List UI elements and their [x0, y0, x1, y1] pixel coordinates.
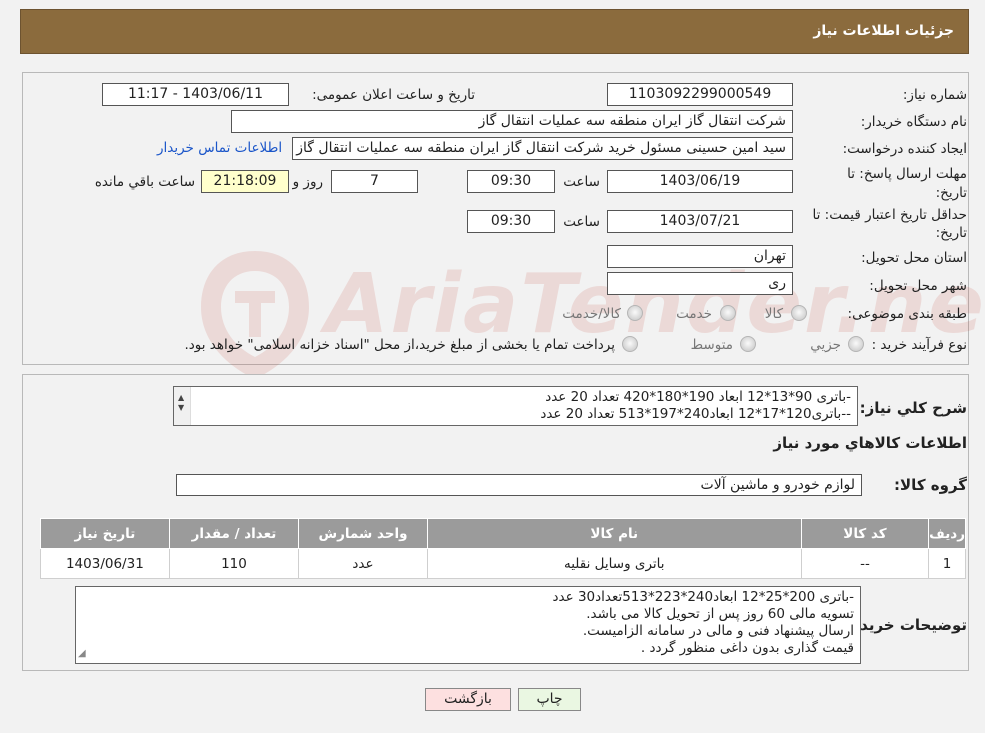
process-minor-label: جزیي [810, 337, 841, 353]
col-row-number: ردیف [928, 518, 966, 549]
validity-time-field: 09:30 [467, 210, 555, 233]
goods-group-label: گروه کالا: [894, 476, 967, 494]
cell-item-name: باتری وسایل نقلیه [426, 548, 802, 579]
need-number-field: 1103092299000549 [607, 83, 793, 106]
days-remaining-field: 7 [331, 170, 418, 193]
buyer-note-line: -باتری 200*25*12 ابعاد240*223*513تعداد30… [552, 589, 854, 605]
buyer-org-label: نام دستگاه خریدار: [860, 114, 967, 130]
buyer-note-line: تسویه مالی 60 روز پس از تحویل کالا می با… [586, 606, 854, 622]
print-button[interactable]: چاپ [518, 688, 581, 711]
remaining-time-label: ساعت باقي مانده [94, 174, 195, 190]
buyer-note-line: قیمت گذاری بدون داغی منظور گردد . [640, 640, 854, 656]
deadline-label: مهلت ارسال پاسخ: تا [847, 166, 967, 182]
summary-label: شرح کلي نياز: [859, 399, 967, 417]
creator-field: سید امین حسینی مسئول خرید شرکت انتقال گا… [292, 137, 793, 160]
resize-grip-icon[interactable]: ◢ [78, 645, 86, 662]
city-label: شهر محل تحویل: [869, 278, 967, 294]
col-need-date: تاریخ نیاز [40, 518, 170, 549]
table-header-row: ردیف کد کالا نام کالا واحد شمارش تعداد /… [40, 518, 966, 549]
back-button[interactable]: بازگشت [425, 688, 511, 711]
deadline-date-field: 1403/06/19 [607, 170, 793, 193]
creator-label: ایجاد کننده درخواست: [842, 141, 967, 157]
category-service-radio[interactable] [720, 305, 736, 321]
category-service-label: خدمت [676, 306, 712, 322]
category-goods-service-radio[interactable] [627, 305, 643, 321]
deadline-time-label: ساعت [563, 174, 600, 190]
col-item-name: نام کالا [426, 518, 802, 549]
process-type-label: نوع فرآیند خرید : [871, 337, 967, 353]
province-field: تهران [607, 245, 793, 268]
province-label: استان محل تحویل: [861, 250, 967, 266]
process-minor-radio[interactable] [848, 336, 864, 352]
cell-need-date: 1403/06/31 [40, 548, 170, 579]
page-header: جزئیات اطلاعات نیاز [20, 9, 969, 54]
category-goods-label: کالا [764, 306, 783, 322]
cell-row-number: 1 [928, 548, 966, 579]
category-label: طبقه بندی موضوعی: [847, 306, 967, 322]
city-field: ری [607, 272, 793, 295]
treasury-note: پرداخت تمام یا بخشی از مبلغ خرید،از محل … [184, 337, 615, 353]
deadline-label-date: تاریخ: [935, 185, 967, 201]
validity-date-field: 1403/07/21 [607, 210, 793, 233]
summary-line: -باتری 90*13*12 ابعاد 190*180*420 تعداد … [545, 389, 851, 405]
page-title: جزئیات اطلاعات نیاز [813, 23, 954, 39]
buyer-note-line: ارسال پیشنهاد فنی و مالی در سامانه الزام… [582, 623, 854, 639]
announce-datetime-label: تاریخ و ساعت اعلان عمومی: [312, 87, 475, 103]
table-row[interactable]: 1 -- باتری وسایل نقلیه عدد 110 1403/06/3… [40, 548, 966, 579]
need-number-label: شماره نیاز: [902, 87, 967, 103]
buyer-contact-link[interactable]: اطلاعات تماس خریدار [157, 140, 282, 156]
watermark-logo-icon [201, 251, 309, 379]
days-label: روز و [292, 174, 323, 190]
validity-time-label: ساعت [563, 214, 600, 230]
cell-item-code: -- [800, 548, 930, 579]
summary-line: --باتری120*17*12 ابعاد240*197*513 تعداد … [540, 406, 851, 422]
process-medium-label: متوسط [690, 337, 733, 353]
announce-datetime-field: 1403/06/11 - 11:17 [102, 83, 289, 106]
summary-scrollbar[interactable]: ▲ ▼ [174, 387, 191, 425]
category-goods-radio[interactable] [791, 305, 807, 321]
price-validity-label: حداقل تاریخ اعتبار قیمت: تا [812, 207, 967, 223]
cell-quantity: 110 [168, 548, 300, 579]
col-unit: واحد شمارش [298, 518, 428, 549]
category-goods-service-label: کالا/خدمت [562, 306, 621, 322]
buyer-notes-textarea[interactable]: -باتری 200*25*12 ابعاد240*223*513تعداد30… [75, 586, 861, 664]
remaining-time-field: 21:18:09 [201, 170, 289, 193]
cell-unit: عدد [298, 548, 428, 579]
treasury-docs-radio[interactable] [622, 336, 638, 352]
col-item-code: کد کالا [800, 518, 930, 549]
process-medium-radio[interactable] [740, 336, 756, 352]
goods-section-title: اطلاعات کالاهاي مورد نياز [773, 434, 967, 452]
col-quantity: تعداد / مقدار [168, 518, 300, 549]
buyer-org-field: شرکت انتقال گاز ایران منطقه سه عملیات ان… [231, 110, 793, 133]
price-validity-label-date: تاریخ: [935, 225, 967, 241]
scroll-down-icon[interactable]: ▼ [178, 399, 184, 416]
summary-textarea[interactable]: ▲ ▼ -باتری 90*13*12 ابعاد 190*180*420 تع… [173, 386, 858, 426]
goods-table: ردیف کد کالا نام کالا واحد شمارش تعداد /… [40, 518, 966, 579]
goods-group-field: لوازم خودرو و ماشین آلات [176, 474, 862, 496]
deadline-time-field: 09:30 [467, 170, 555, 193]
